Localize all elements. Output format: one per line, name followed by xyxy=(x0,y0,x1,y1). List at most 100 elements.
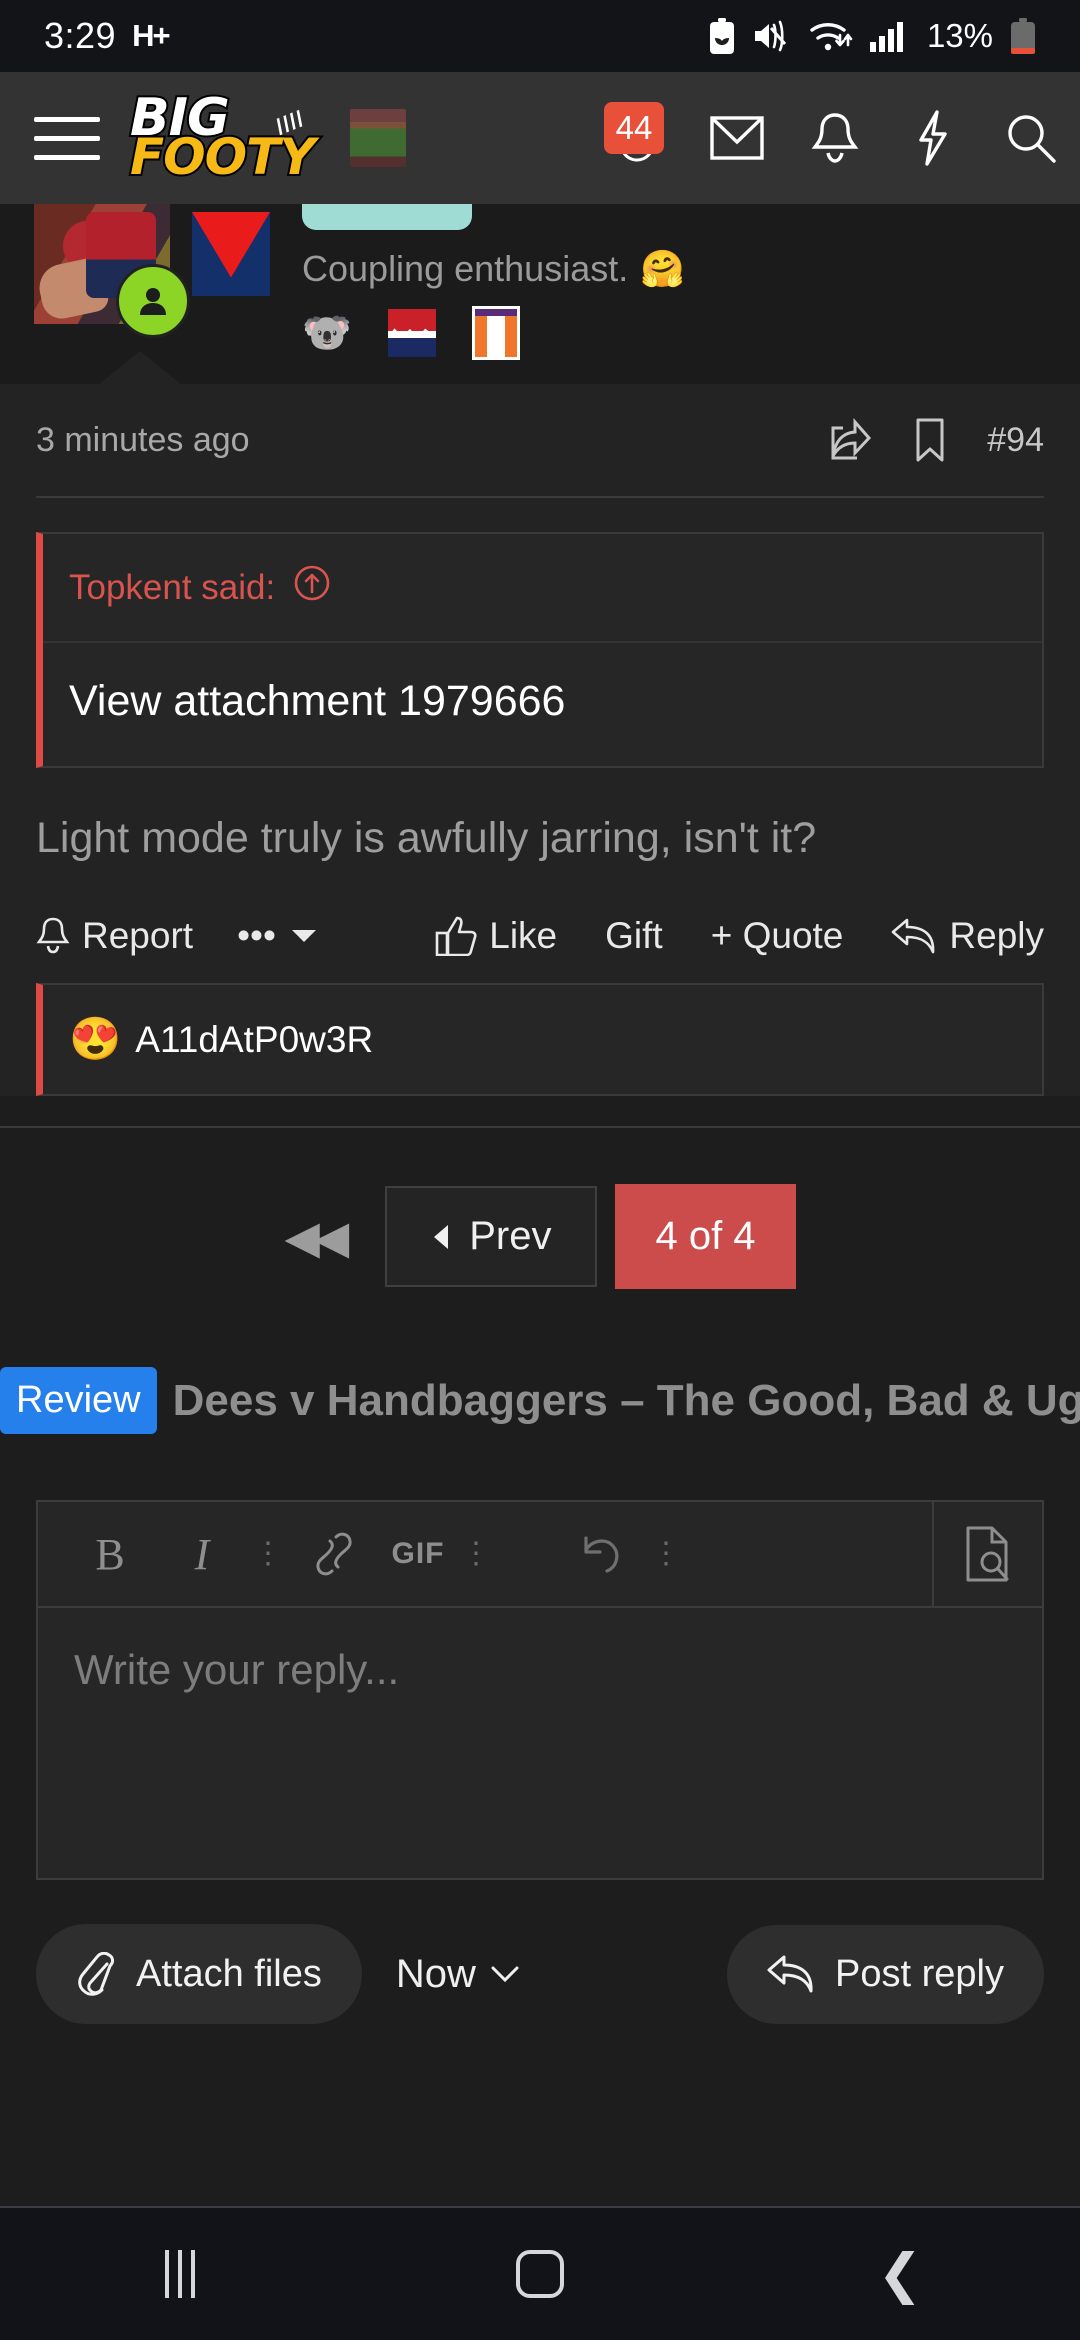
reply-arrow-icon xyxy=(892,918,935,954)
home-button[interactable] xyxy=(440,2207,640,2340)
link-icon xyxy=(316,1532,352,1576)
battery-percent: 13% xyxy=(926,17,993,54)
profile-tagline-text: Coupling enthusiast. xyxy=(302,248,629,289)
post-time-dropdown[interactable]: Now xyxy=(396,1952,520,1997)
alerts-badge-button[interactable]: 44 xyxy=(586,72,688,204)
post-meta-row: 3 minutes ago #94 xyxy=(36,384,1044,496)
toolbar-more-1-icon[interactable]: ⋮ xyxy=(248,1539,288,1569)
status-time: 3:29 xyxy=(44,15,117,56)
report-button[interactable]: Report xyxy=(36,915,193,957)
prev-page-button[interactable]: Prev xyxy=(385,1186,598,1287)
status-bar: 3:29 H+ 13% xyxy=(0,0,1080,72)
reply-editor: B I ⋮ GIF ⋮ ⋮ Write your reply... xyxy=(36,1500,1044,1880)
reply-arrow-icon xyxy=(767,1955,813,1993)
thumbs-up-icon xyxy=(435,916,477,956)
gift-button[interactable]: Gift xyxy=(605,915,663,957)
chevron-down-icon xyxy=(291,930,316,942)
undo-button[interactable] xyxy=(554,1502,646,1606)
alerts-count-badge: 44 xyxy=(604,102,664,154)
report-bell-icon xyxy=(36,917,70,954)
quote-button[interactable]: + Quote xyxy=(711,915,844,957)
network-type-indicator: H+ xyxy=(132,18,170,53)
profile-hover-card[interactable]: Coupling enthusiast. 🤗 🐨 xyxy=(0,204,1080,384)
post-number[interactable]: #94 xyxy=(987,421,1044,460)
recents-button[interactable] xyxy=(80,2207,280,2340)
post-divider xyxy=(36,496,1044,498)
inbox-button[interactable] xyxy=(688,72,786,204)
bigfooty-logo[interactable]: //// BIG FOOTY xyxy=(128,86,338,188)
like-label: Like xyxy=(489,915,558,956)
whats-new-button[interactable] xyxy=(884,72,982,204)
reactions-users[interactable]: A11dAtP0w3R xyxy=(135,1019,373,1061)
chevron-left-icon xyxy=(434,1224,449,1249)
hamburger-menu-icon[interactable] xyxy=(34,116,110,160)
current-page-indicator[interactable]: 4 of 4 xyxy=(615,1184,796,1289)
thread-prefix-badge[interactable]: Review xyxy=(0,1367,157,1434)
heart-eyes-emoji-icon: 😍 xyxy=(69,1015,122,1062)
koala-emoji-icon: 🐨 xyxy=(302,311,352,355)
signal-bars-icon xyxy=(869,20,906,52)
quote-label: + Quote xyxy=(710,915,844,956)
quote-block[interactable]: Topkent said: View attachment 1979666 xyxy=(36,532,1044,768)
status-bar-right: 13% xyxy=(709,17,1036,55)
back-icon: ❮ xyxy=(877,2244,923,2304)
thread-thumbnail[interactable] xyxy=(350,109,406,167)
reactions-bar[interactable]: 😍 A11dAtP0w3R xyxy=(36,983,1044,1096)
mountain-flag-icon xyxy=(387,309,436,357)
person-icon xyxy=(140,288,166,315)
back-button[interactable]: ❮ xyxy=(800,2207,1000,2340)
orange-banner-icon xyxy=(471,306,520,360)
alerts-button[interactable] xyxy=(786,72,884,204)
profile-badges: 🐨 xyxy=(302,306,685,360)
hugging-face-emoji-icon: 🤗 xyxy=(640,248,686,289)
profile-tagline: Coupling enthusiast. 🤗 xyxy=(302,248,685,290)
undo-icon xyxy=(584,1536,619,1573)
share-icon[interactable] xyxy=(829,418,873,462)
insert-link-button[interactable] xyxy=(288,1502,380,1606)
battery-saver-icon xyxy=(709,17,735,55)
bookmark-icon[interactable] xyxy=(915,418,945,462)
post-container: 3 minutes ago #94 Topkent said: View att… xyxy=(0,384,1080,1096)
logo-footy-text: FOOTY xyxy=(128,126,317,188)
team-flag-icon xyxy=(192,212,270,296)
phone-screen: 3:29 H+ 13% //// BIG FOOTY 44 Coupling e… xyxy=(0,0,1080,2340)
post-timestamp[interactable]: 3 minutes ago xyxy=(36,421,787,460)
prev-page-label: Prev xyxy=(469,1214,552,1258)
avatar[interactable] xyxy=(34,204,190,338)
quote-body-text: View attachment 1979666 xyxy=(69,677,566,725)
android-nav-bar: ❮ xyxy=(0,2206,1080,2340)
header-icon-row: 44 xyxy=(586,72,1080,204)
reply-label: Reply xyxy=(949,915,1044,956)
preview-button[interactable] xyxy=(932,1502,1042,1606)
mute-vibrate-icon xyxy=(752,19,792,53)
reply-button[interactable]: Reply xyxy=(891,915,1044,957)
battery-icon xyxy=(1010,17,1036,55)
search-icon xyxy=(1008,115,1056,163)
first-page-button[interactable]: ◀◀ xyxy=(284,1210,349,1264)
chevron-down-icon xyxy=(491,1966,519,1983)
thread-title-text[interactable]: Dees v Handbaggers – The Good, Bad & Ugl… xyxy=(173,1376,1080,1426)
online-status-indicator xyxy=(116,264,190,338)
toolbar-more-2-icon[interactable]: ⋮ xyxy=(456,1539,496,1569)
pagination-section: ◀◀ Prev 4 of 4 Review Dees v Handbaggers… xyxy=(0,1128,1080,2024)
italic-button[interactable]: I xyxy=(156,1502,248,1606)
app-header: //// BIG FOOTY 44 xyxy=(0,72,1080,204)
search-button[interactable] xyxy=(982,72,1080,204)
attach-files-label: Attach files xyxy=(136,1952,322,1995)
reply-textarea[interactable]: Write your reply... xyxy=(38,1608,1042,1878)
insert-gif-button[interactable]: GIF xyxy=(380,1502,456,1606)
editor-toolbar-main: B I ⋮ GIF ⋮ ⋮ xyxy=(38,1502,932,1606)
bold-button[interactable]: B xyxy=(64,1502,156,1606)
like-button[interactable]: Like xyxy=(435,915,557,957)
attach-files-button[interactable]: Attach files xyxy=(36,1924,362,2024)
alerts-bell-icon xyxy=(811,113,859,163)
whats-new-lightning-icon xyxy=(919,110,947,166)
toolbar-more-3-icon[interactable]: ⋮ xyxy=(646,1539,686,1569)
status-bar-left: 3:29 H+ xyxy=(44,15,171,57)
more-actions-button[interactable]: ••• xyxy=(237,915,318,957)
thread-title-row[interactable]: Review Dees v Handbaggers – The Good, Ba… xyxy=(0,1349,1080,1456)
gift-label: Gift xyxy=(605,915,663,956)
post-reply-label: Post reply xyxy=(835,1952,1004,1995)
post-reply-button[interactable]: Post reply xyxy=(727,1924,1044,2024)
jump-to-post-icon[interactable] xyxy=(293,564,331,611)
